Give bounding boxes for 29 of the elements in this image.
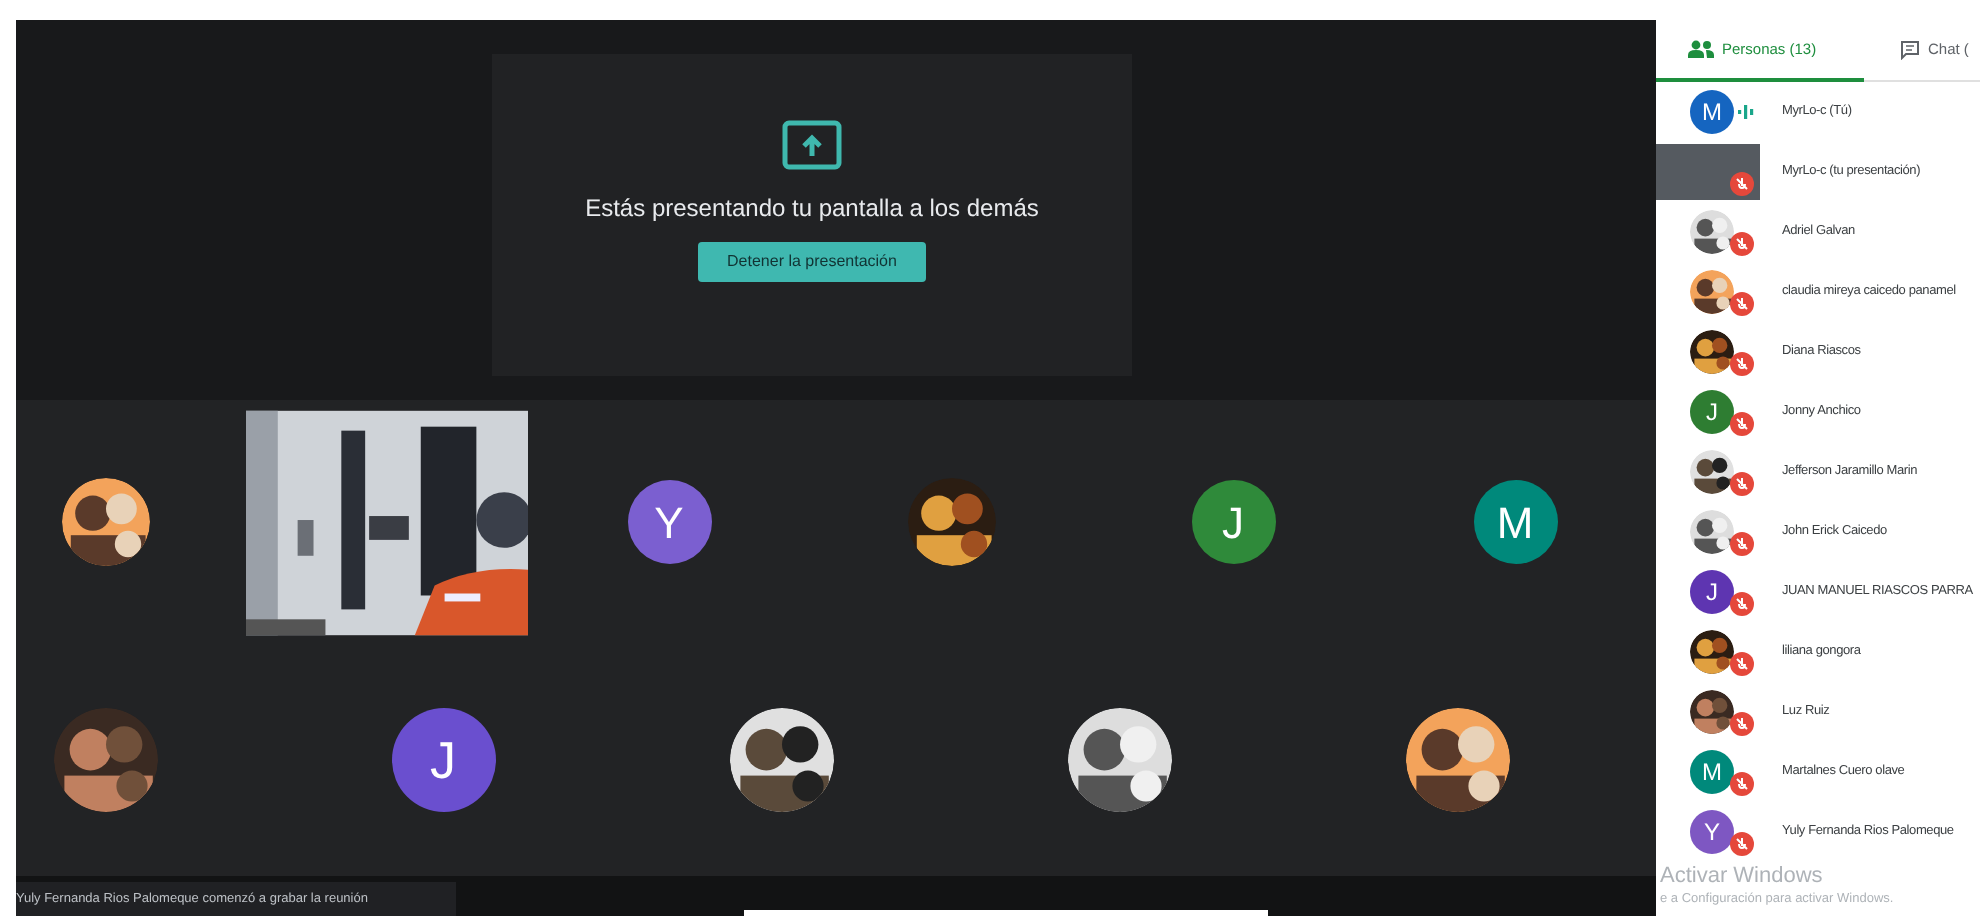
mic-off-icon: [1730, 352, 1754, 376]
mic-off-icon: [1730, 292, 1754, 316]
letter-avatar: J: [1690, 390, 1734, 434]
mic-off-icon: [1730, 832, 1754, 856]
speaking-icon: [1738, 104, 1754, 120]
mic-off-icon: [1730, 592, 1754, 616]
mic-off-icon: [1730, 652, 1754, 676]
screen-thumbnail: [1656, 144, 1760, 200]
mic-off-icon: [1730, 712, 1754, 736]
letter-avatar: J: [1191, 480, 1275, 564]
mic-off-icon: [1730, 232, 1754, 256]
letter-avatar: J: [1690, 570, 1734, 614]
chat-icon: [1900, 39, 1920, 59]
mic-off-icon: [1730, 532, 1754, 556]
mic-off-icon: [1730, 172, 1754, 196]
present-screen-icon: [782, 120, 842, 170]
stop-presenting-button[interactable]: Detener la presentación: [698, 242, 926, 282]
mic-off-icon: [1730, 472, 1754, 496]
letter-avatar: Y: [627, 480, 711, 564]
mic-off-icon: [1730, 772, 1754, 796]
letter-avatar: M: [1473, 480, 1557, 564]
letter-avatar: J: [391, 708, 495, 812]
people-icon: [1688, 40, 1714, 58]
activation-title: Activar Windows: [1660, 864, 1825, 890]
presentation-message: Estás presentando tu pantalla a los demás: [585, 192, 1039, 226]
letter-avatar: M: [1690, 90, 1734, 134]
letter-avatar: M: [1690, 750, 1734, 794]
mic-off-icon: [1730, 412, 1754, 436]
letter-avatar: Y: [1690, 810, 1734, 854]
